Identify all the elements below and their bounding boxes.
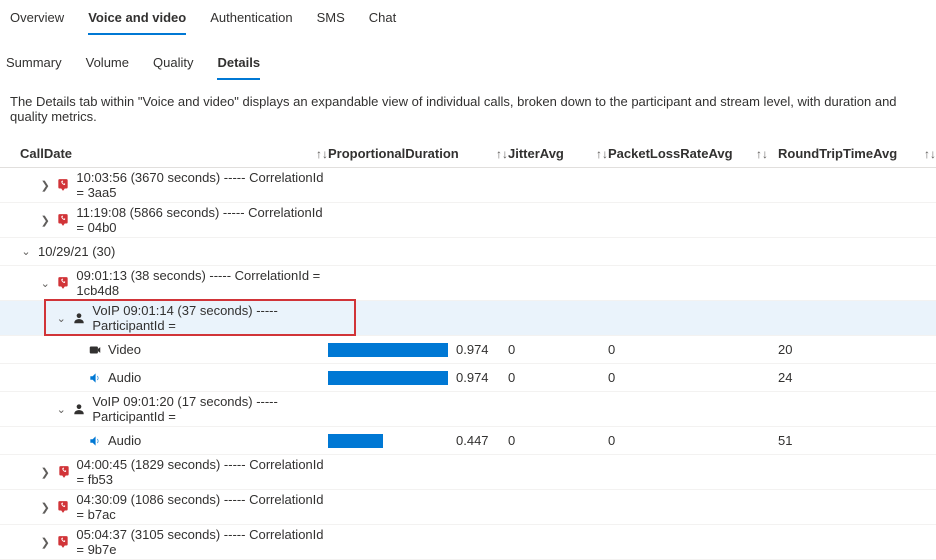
chevron-down-icon[interactable]: ⌄ [56,312,66,325]
row-label: 11:19:08 (5866 seconds) ----- Correlatio… [76,205,328,235]
secondary-tabs: Summary Volume Quality Details [0,35,936,80]
col-prop-label[interactable]: ProportionalDuration [328,146,459,161]
chevron-down-icon[interactable]: ⌄ [20,245,32,258]
table-row[interactable]: ⌄ 09:01:13 (38 seconds) ----- Correlatio… [0,266,936,301]
col-rtt-label[interactable]: RoundTripTimeAvg [778,146,897,161]
table-row-stream[interactable]: Audio 0.447 0 0 51 [0,427,936,455]
row-label: 04:00:45 (1829 seconds) ----- Correlatio… [77,457,329,487]
tab-sms[interactable]: SMS [317,4,345,35]
person-icon [72,402,86,416]
person-icon [72,311,86,325]
rtt-value: 24 [768,370,936,385]
jitter-value: 0 [508,342,608,357]
row-label: Video [108,342,141,357]
rtt-value: 51 [768,433,936,448]
packet-value: 0 [608,433,768,448]
col-packet-label[interactable]: PacketLossRateAvg [608,146,733,161]
col-calldate-label[interactable]: CallDate [20,146,72,161]
sort-icon[interactable]: ↑↓ [316,147,328,161]
row-label: 10:03:56 (3670 seconds) ----- Correlatio… [76,170,328,200]
chevron-right-icon[interactable]: ❯ [40,466,51,479]
table-header: CallDate ↑↓ ProportionalDuration ↑↓ Jitt… [0,140,936,168]
tab-voice-video[interactable]: Voice and video [88,4,186,35]
tab-overview[interactable]: Overview [10,4,64,35]
prop-value: 0.974 [456,370,489,385]
tab-authentication[interactable]: Authentication [210,4,292,35]
row-label: 04:30:09 (1086 seconds) ----- Correlatio… [76,492,328,522]
col-jitter-label[interactable]: JitterAvg [508,146,564,161]
sort-icon[interactable]: ↑↓ [756,147,768,161]
chevron-right-icon[interactable]: ❯ [40,179,50,192]
row-label: Audio [108,370,141,385]
table-row[interactable]: ❯ 11:19:08 (5866 seconds) ----- Correlat… [0,203,936,238]
row-label: 09:01:13 (38 seconds) ----- CorrelationI… [76,268,328,298]
row-label: 10/29/21 (30) [38,244,115,259]
jitter-value: 0 [508,370,608,385]
subtab-volume[interactable]: Volume [86,49,129,80]
subtab-details[interactable]: Details [217,49,260,80]
sort-icon[interactable]: ↑↓ [496,147,508,161]
page-description: The Details tab within "Voice and video"… [0,80,936,140]
table-row-participant[interactable]: ⌄ VoIP 09:01:20 (17 seconds) ----- Parti… [0,392,936,427]
phone-icon [57,465,71,479]
subtab-summary[interactable]: Summary [6,49,62,80]
packet-value: 0 [608,370,768,385]
table-row[interactable]: ❯ 05:04:37 (3105 seconds) ----- Correlat… [0,525,936,560]
phone-icon [56,276,70,290]
speaker-icon [88,371,102,385]
phone-icon [56,535,70,549]
chevron-down-icon[interactable]: ⌄ [40,277,50,290]
speaker-icon [88,434,102,448]
camera-icon [88,343,102,357]
table-row[interactable]: ❯ 10:03:56 (3670 seconds) ----- Correlat… [0,168,936,203]
jitter-value: 0 [508,433,608,448]
chevron-down-icon[interactable]: ⌄ [56,403,66,416]
table-row-group[interactable]: ⌄ 10/29/21 (30) [0,238,936,266]
rtt-value: 20 [768,342,936,357]
sort-icon[interactable]: ↑↓ [596,147,608,161]
row-label: VoIP 09:01:20 (17 seconds) ----- Partici… [92,394,328,424]
primary-tabs: Overview Voice and video Authentication … [0,0,936,35]
row-label: 05:04:37 (3105 seconds) ----- Correlatio… [76,527,328,557]
row-label: VoIP 09:01:14 (37 seconds) ----- Partici… [92,303,328,333]
table-row-participant[interactable]: ⌄ VoIP 09:01:14 (37 seconds) ----- Parti… [0,301,936,336]
phone-icon [56,213,70,227]
table-row[interactable]: ❯ 04:30:09 (1086 seconds) ----- Correlat… [0,490,936,525]
table-row-stream[interactable]: Audio 0.974 0 0 24 [0,364,936,392]
chevron-right-icon[interactable]: ❯ [40,214,50,227]
sort-icon[interactable]: ↑↓ [924,147,936,161]
table-row-stream[interactable]: Video 0.974 0 0 20 [0,336,936,364]
row-label: Audio [108,433,141,448]
prop-value: 0.974 [456,342,489,357]
table-row[interactable]: ❯ 04:00:45 (1829 seconds) ----- Correlat… [0,455,936,490]
subtab-quality[interactable]: Quality [153,49,193,80]
prop-value: 0.447 [456,433,489,448]
packet-value: 0 [608,342,768,357]
phone-icon [56,178,70,192]
details-table: CallDate ↑↓ ProportionalDuration ↑↓ Jitt… [0,140,936,560]
tab-chat[interactable]: Chat [369,4,396,35]
chevron-right-icon[interactable]: ❯ [40,536,50,549]
